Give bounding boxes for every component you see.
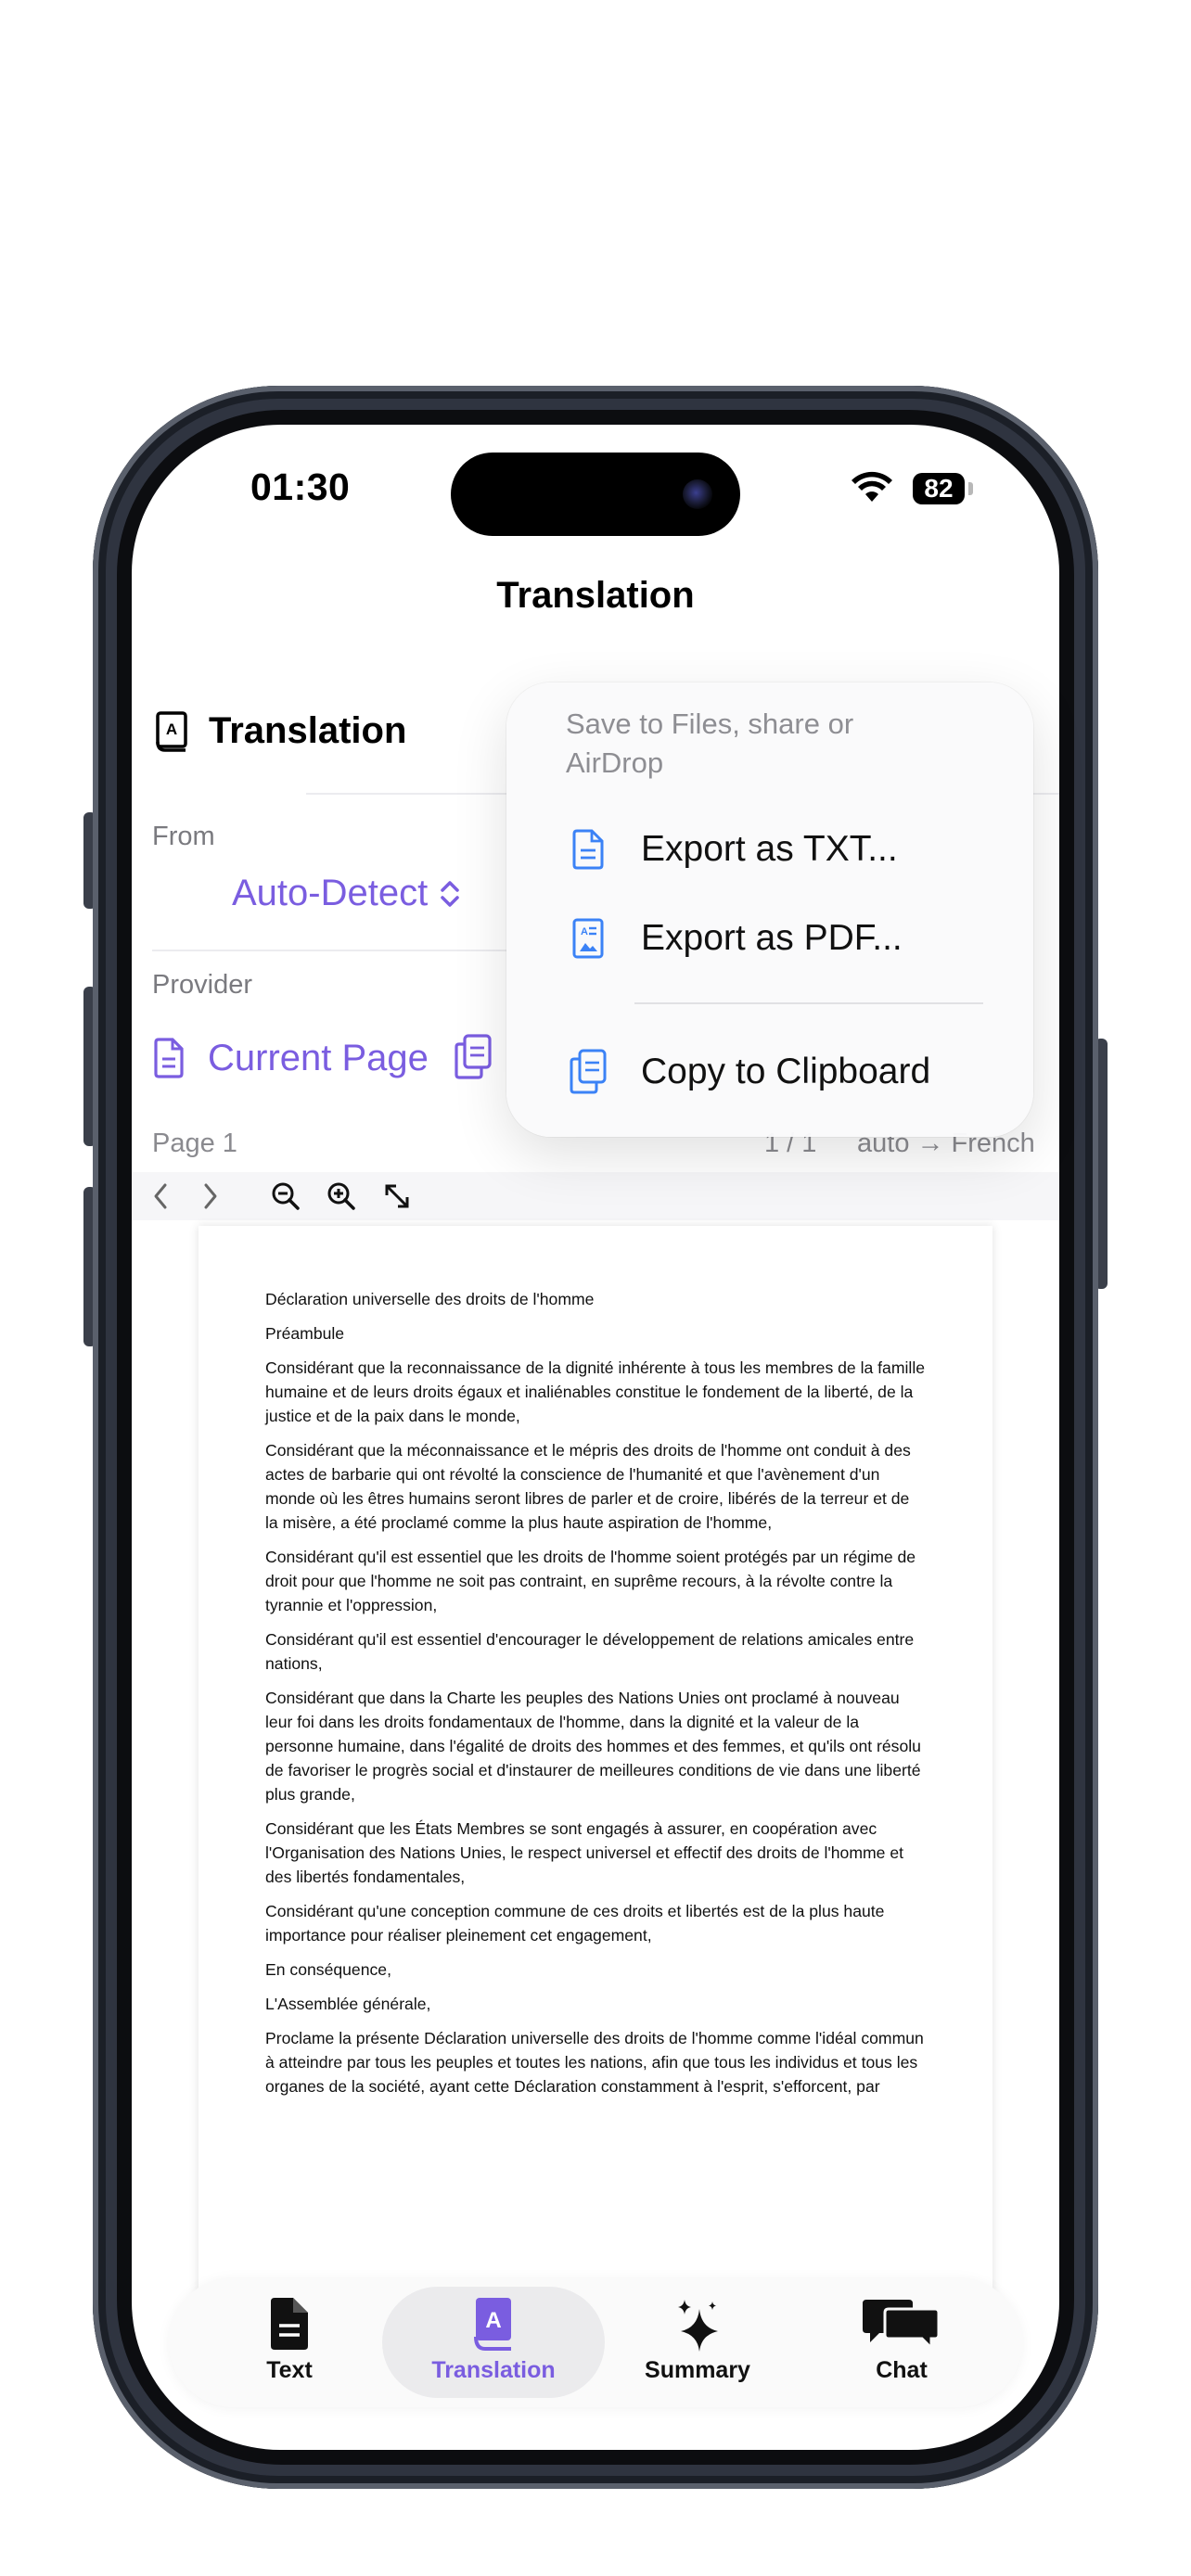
tab-translation-label: Translation — [431, 2357, 556, 2383]
tab-chat-label: Chat — [876, 2357, 928, 2383]
copy-documents-icon — [570, 1049, 607, 1094]
language-picker-value: Auto-Detect — [232, 873, 429, 913]
chevron-left-icon[interactable] — [150, 1180, 173, 1213]
export-txt-label: Export as TXT... — [641, 829, 898, 869]
expand-icon[interactable] — [380, 1180, 414, 1213]
book-icon: A — [474, 2298, 511, 2351]
pdf-file-icon: A — [572, 918, 604, 959]
export-pdf-label: Export as PDF... — [641, 918, 903, 958]
menu-divider — [634, 1002, 983, 1004]
doc-paragraph: Considérant qu'il est essentiel d'encour… — [265, 1630, 915, 1673]
zoom-in-icon[interactable] — [325, 1180, 358, 1213]
tab-text-label: Text — [266, 2357, 313, 2383]
page-number: Page 1 — [152, 1129, 237, 1158]
from-divider — [152, 950, 506, 951]
doc-paragraph: Considérant que la reconnaissance de la … — [265, 1358, 926, 1425]
provider-picker[interactable]: Current Page — [152, 1037, 429, 1079]
doc-paragraph: Préambule — [265, 1324, 345, 1343]
from-label: From — [152, 822, 215, 851]
chevron-right-icon[interactable] — [198, 1180, 221, 1213]
language-picker[interactable]: Auto-Detect — [232, 873, 463, 914]
provider-value: Current Page — [208, 1037, 429, 1078]
text-file-icon — [572, 829, 604, 870]
copy-documents-icon[interactable] — [453, 1033, 493, 1081]
camera-icon — [683, 479, 712, 509]
doc-paragraph: En conséquence, — [265, 1960, 391, 1979]
document-icon — [271, 2298, 308, 2350]
nav-title: Translation — [496, 575, 695, 616]
copy-to-clipboard-menu-item[interactable]: Copy to Clipboard — [506, 1039, 1033, 1105]
sparkles-icon — [678, 2300, 718, 2352]
provider-label: Provider — [152, 970, 252, 1000]
status-time: 01:30 — [250, 465, 351, 508]
translation-book-icon: A — [156, 711, 187, 752]
battery-icon: 82 — [913, 473, 965, 504]
doc-paragraph: Déclaration universelle des droits de l'… — [265, 1290, 595, 1308]
svg-text:A: A — [581, 926, 588, 937]
wifi-icon — [852, 471, 892, 502]
tab-summary[interactable]: Summary — [605, 2296, 790, 2398]
tab-translation[interactable]: A Translation — [401, 2296, 586, 2398]
doc-paragraph: L'Assemblée générale, — [265, 1995, 431, 2013]
copy-to-clipboard-label: Copy to Clipboard — [641, 1052, 931, 1091]
page-document-icon — [154, 1038, 184, 1078]
zoom-out-icon[interactable] — [269, 1180, 302, 1213]
section-title: Translation — [209, 710, 407, 751]
svg-text:A: A — [166, 721, 177, 738]
tab-summary-label: Summary — [645, 2357, 750, 2383]
doc-paragraph: Considérant que la méconnaissance et le … — [265, 1441, 911, 1532]
doc-paragraph: Considérant que les États Membres se son… — [265, 1819, 904, 1886]
doc-paragraph: Considérant qu'une conception commune de… — [265, 1902, 885, 1945]
doc-paragraph: Considérant que dans la Charte les peupl… — [265, 1689, 921, 1804]
svg-text:A: A — [485, 2308, 501, 2333]
tab-text[interactable]: Text — [197, 2296, 382, 2398]
battery-tip — [968, 482, 973, 495]
doc-paragraph: Proclame la présente Déclaration univers… — [265, 2029, 924, 2096]
export-menu-header: Save to Files, share or AirDrop — [566, 708, 854, 779]
export-pdf-menu-item[interactable]: A Export as PDF... — [506, 905, 1033, 972]
chevron-up-down-icon — [441, 880, 459, 907]
doc-paragraph: Considérant qu'il est essentiel que les … — [265, 1548, 916, 1614]
chat-bubbles-icon — [863, 2300, 941, 2352]
document-text: Déclaration universelle des droits de l'… — [265, 1287, 926, 2109]
export-txt-menu-item[interactable]: Export as TXT... — [506, 816, 1033, 883]
tab-chat[interactable]: Chat — [809, 2296, 994, 2398]
